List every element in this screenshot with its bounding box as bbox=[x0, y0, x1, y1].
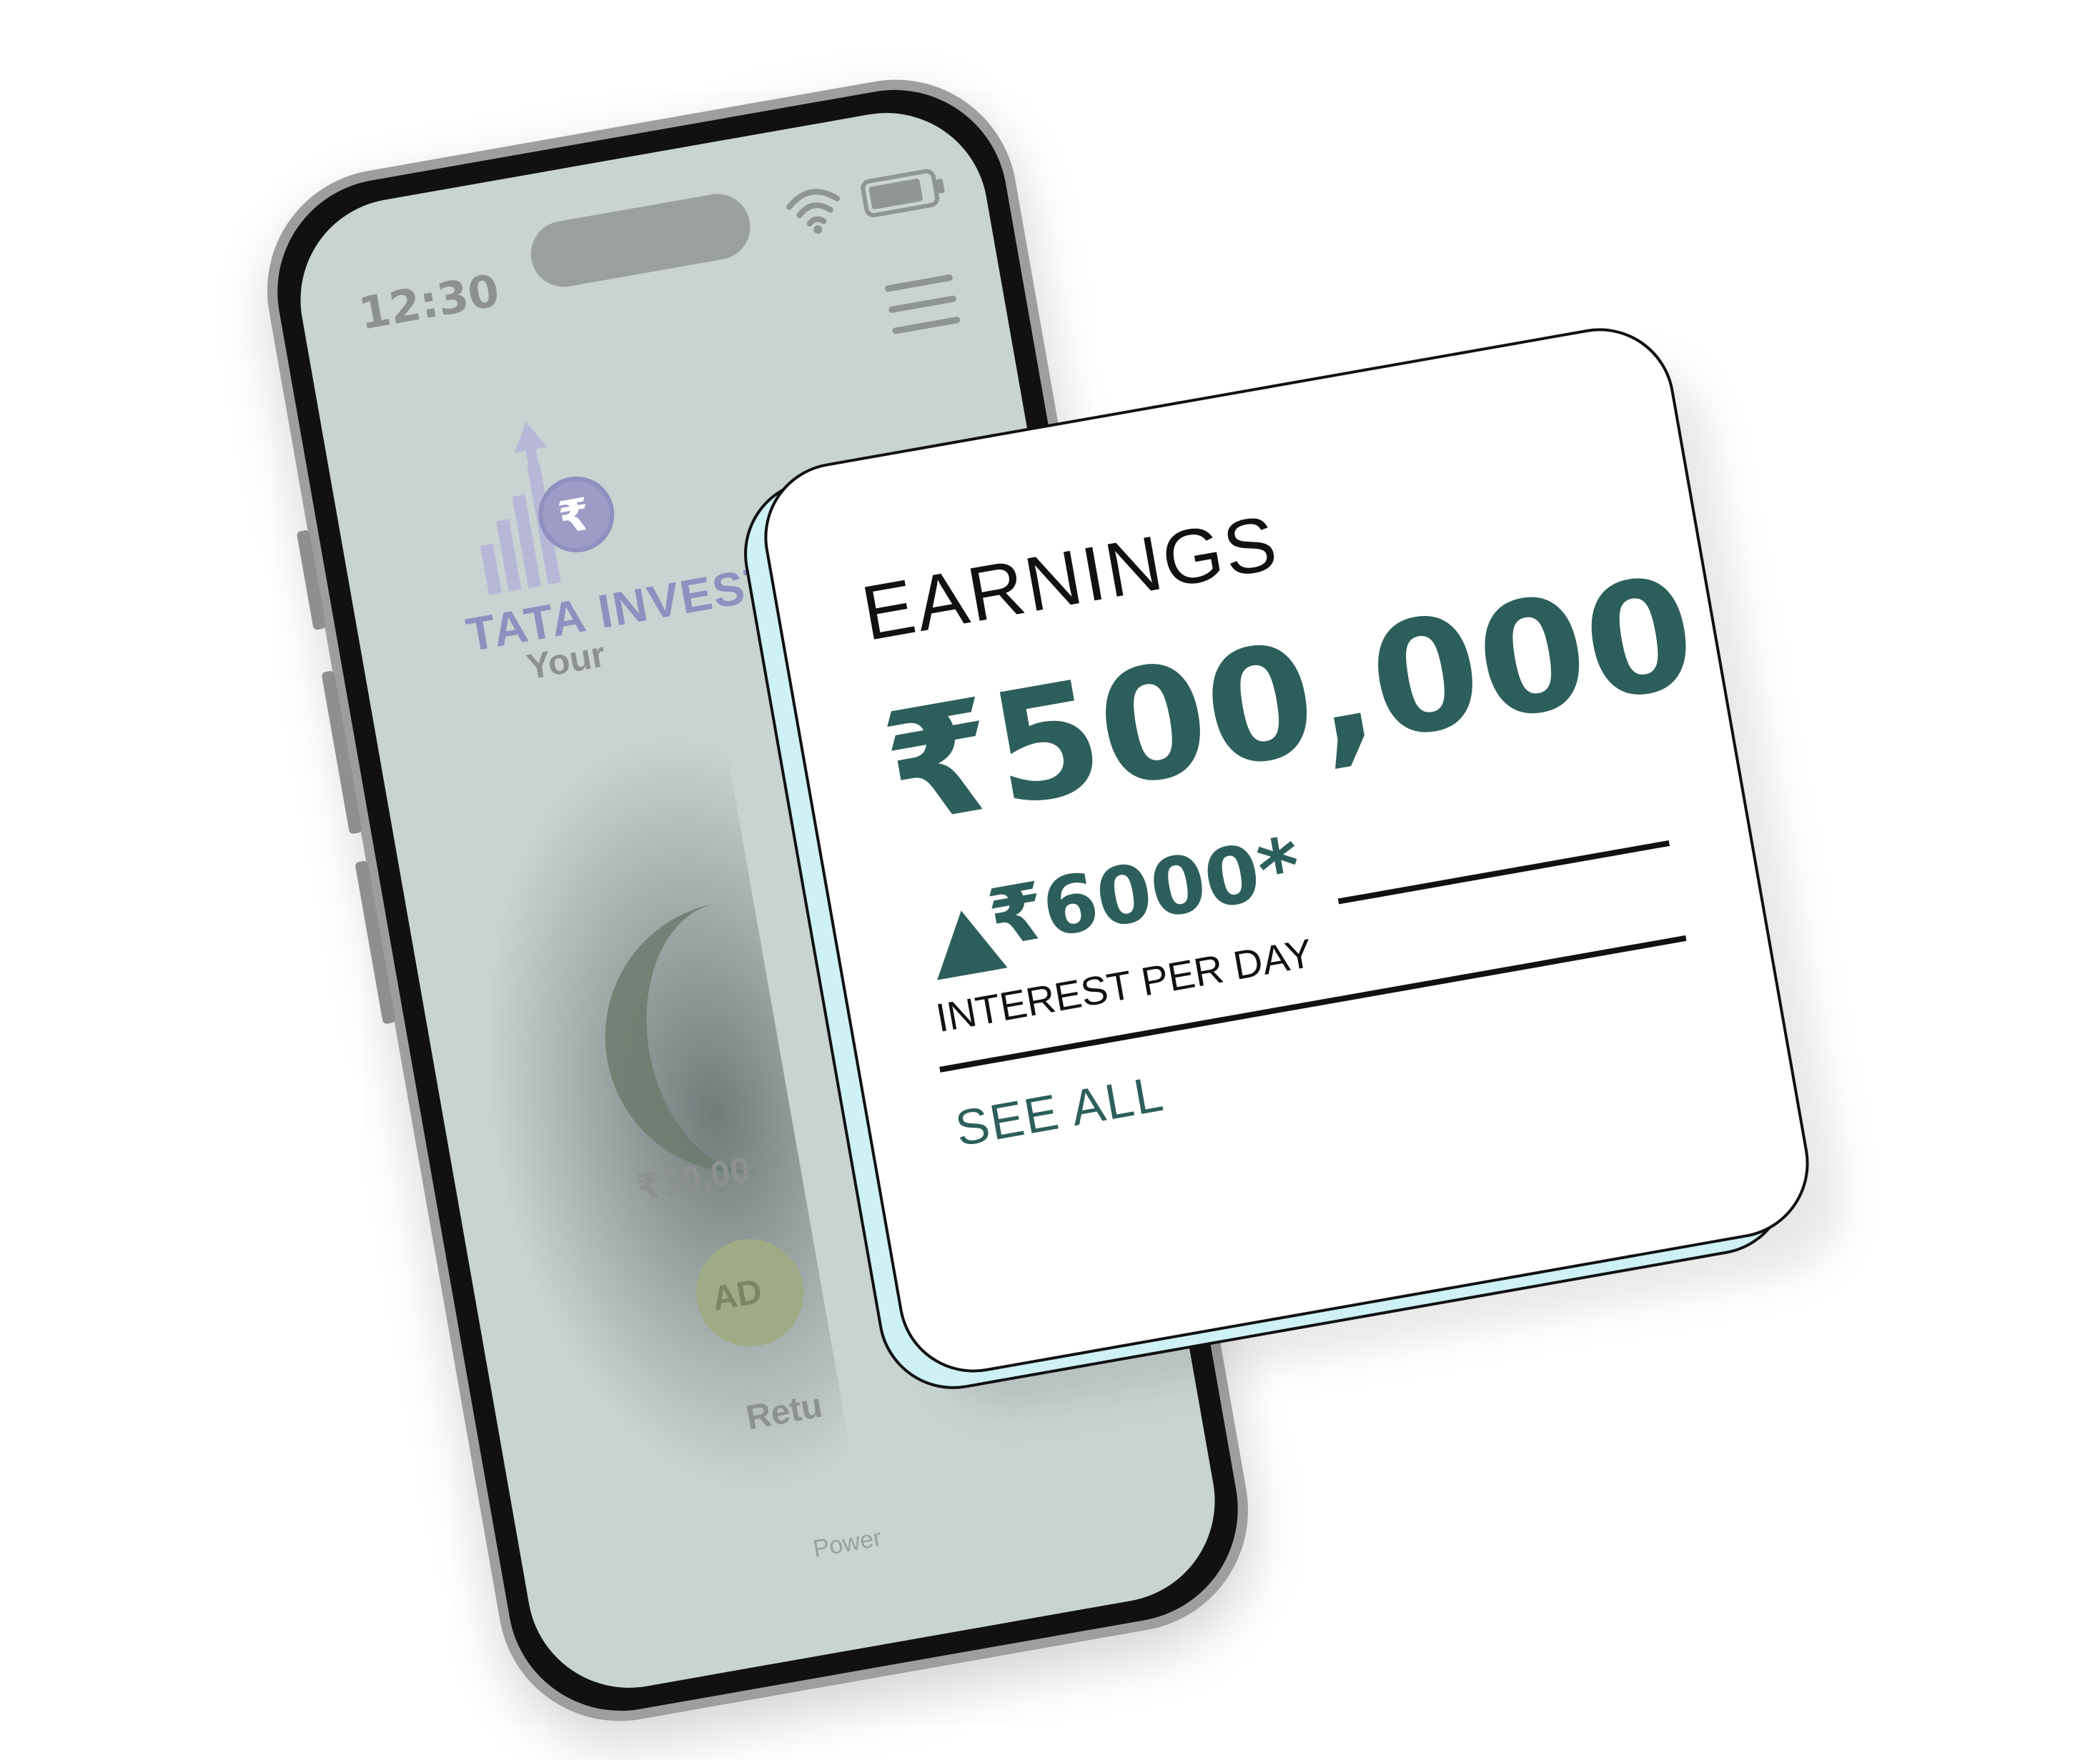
brand-logo-icon bbox=[480, 422, 615, 595]
status-time: 12:30 bbox=[355, 264, 503, 340]
powered-by-text: Power bbox=[811, 1523, 884, 1563]
earnings-card-face: EARNINGS ₹500,000 ₹6000* INTEREST PER DA… bbox=[752, 316, 1821, 1385]
earnings-card: EARNINGS ₹500,000 ₹6000* INTEREST PER DA… bbox=[732, 316, 1857, 1422]
stage: 12:30 ₹ TATA INVEST Your ₹10,00 AD Retu … bbox=[0, 0, 2100, 1760]
divider-line bbox=[1337, 840, 1670, 905]
dynamic-island bbox=[525, 189, 756, 292]
battery-icon bbox=[861, 169, 945, 218]
hamburger-menu-icon[interactable] bbox=[884, 274, 963, 349]
add-button-label: AD bbox=[709, 1272, 765, 1319]
see-all-link[interactable]: SEE ALL bbox=[951, 1065, 1169, 1158]
wifi-icon bbox=[786, 189, 841, 234]
